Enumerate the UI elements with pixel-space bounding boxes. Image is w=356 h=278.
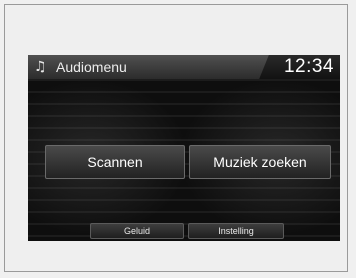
music-note-icon: ♫ xyxy=(34,59,47,75)
settings-button[interactable]: Instelling xyxy=(188,223,284,239)
header-bar: ♫ Audiomenu 12:34 xyxy=(28,55,340,79)
sound-button[interactable]: Geluid xyxy=(90,223,184,239)
clock: 12:34 xyxy=(283,56,334,77)
scan-button[interactable]: Scannen xyxy=(45,145,185,179)
figure-frame: ♫ Audiomenu 12:34 Scannen Muziek zoeken … xyxy=(4,4,348,272)
search-music-button[interactable]: Muziek zoeken xyxy=(189,145,331,179)
audio-menu-screen: ♫ Audiomenu 12:34 Scannen Muziek zoeken … xyxy=(28,55,340,241)
page-title: Audiomenu xyxy=(56,59,127,75)
